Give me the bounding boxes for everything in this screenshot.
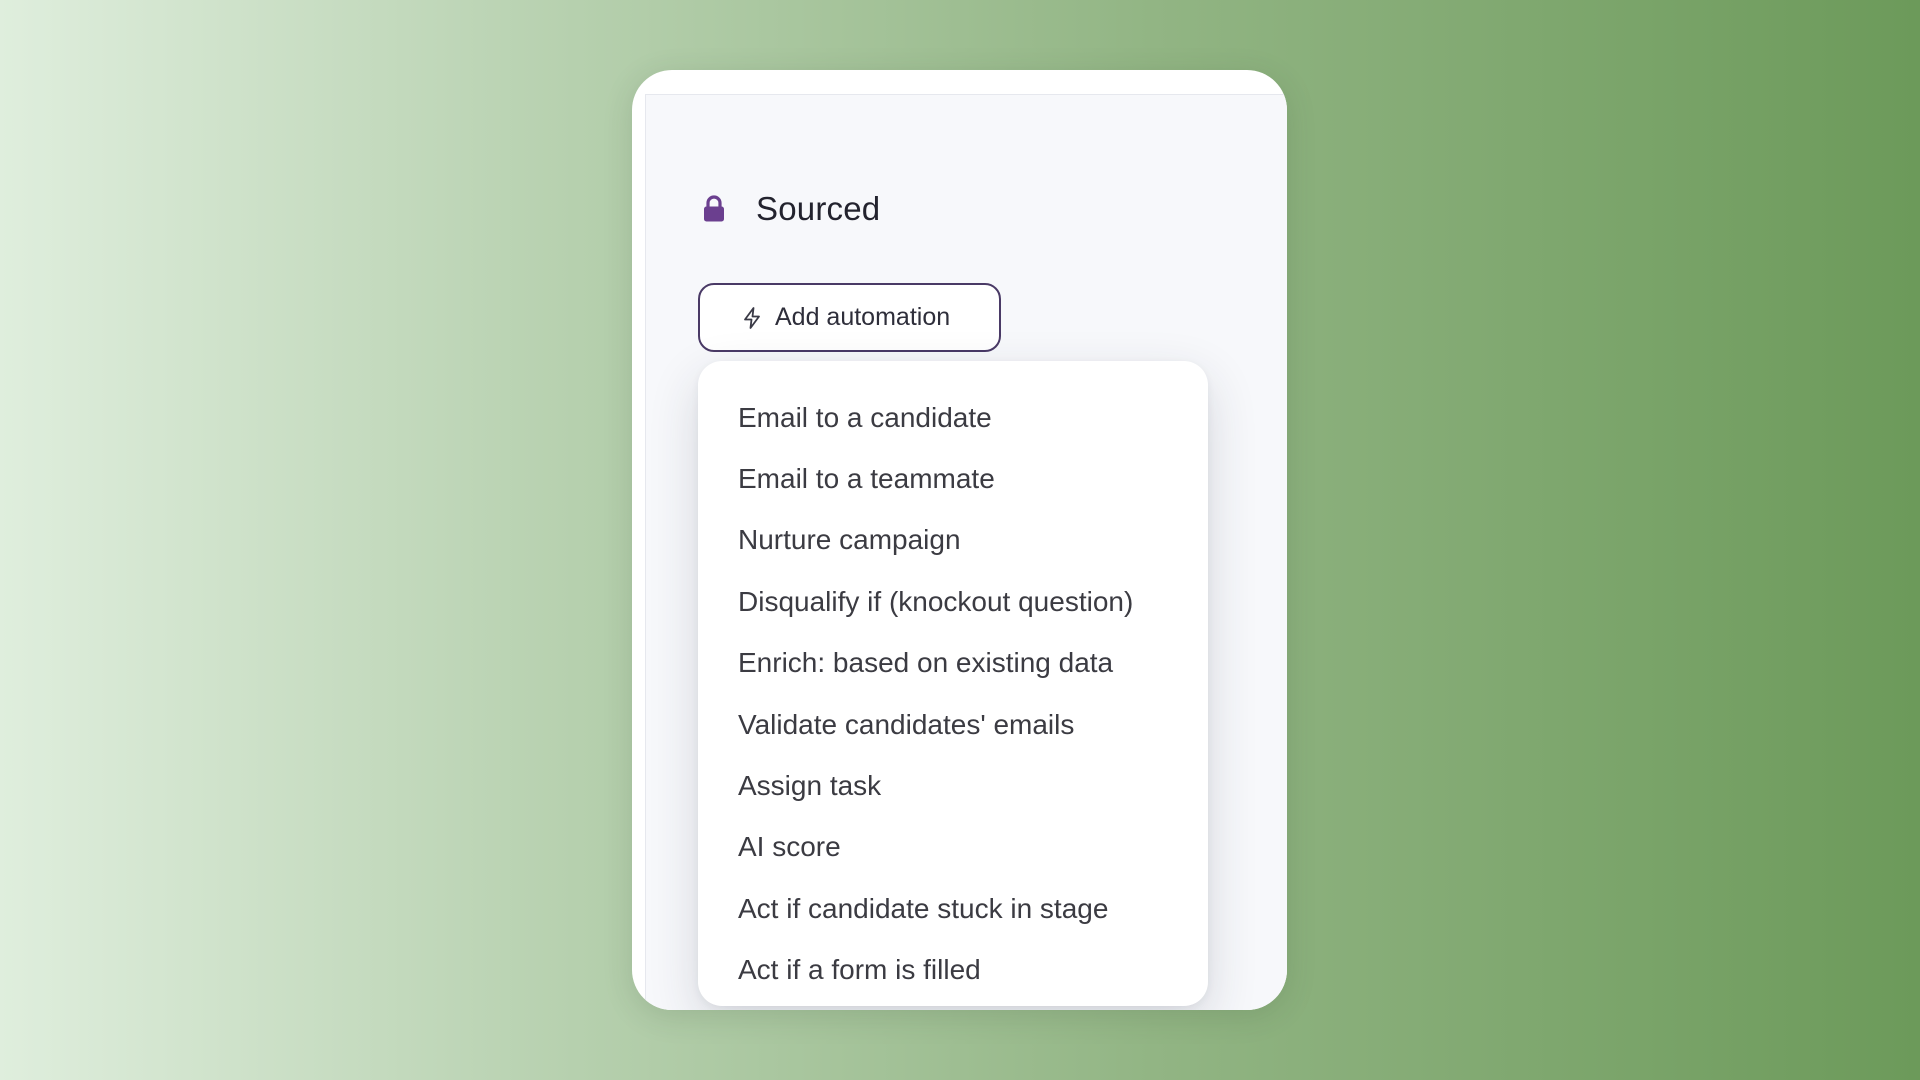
stage-header: Sourced	[702, 185, 880, 233]
bolt-icon	[744, 306, 760, 329]
stage-title: Sourced	[756, 190, 881, 227]
menu-item-validate-emails[interactable]: Validate candidates' emails	[698, 694, 1208, 755]
add-automation-button[interactable]: Add automation	[698, 283, 1001, 352]
stage-card: Sourced Add automation Email to a candid…	[632, 70, 1287, 1010]
menu-item-ai-score[interactable]: AI score	[698, 817, 1208, 878]
menu-item-disqualify-knockout[interactable]: Disqualify if (knockout question)	[698, 571, 1208, 632]
menu-item-form-filled[interactable]: Act if a form is filled	[698, 940, 1208, 1001]
automation-menu-list: Email to a candidate Email to a teammate…	[698, 387, 1208, 1001]
menu-item-enrich-existing-data[interactable]: Enrich: based on existing data	[698, 633, 1208, 694]
menu-item-email-candidate[interactable]: Email to a candidate	[698, 387, 1208, 448]
menu-item-assign-task[interactable]: Assign task	[698, 755, 1208, 816]
automation-dropdown-menu: Email to a candidate Email to a teammate…	[698, 361, 1208, 1006]
lock-icon	[704, 195, 724, 222]
menu-item-email-teammate[interactable]: Email to a teammate	[698, 448, 1208, 509]
menu-item-stuck-in-stage[interactable]: Act if candidate stuck in stage	[698, 878, 1208, 939]
add-automation-label: Add automation	[775, 303, 951, 331]
menu-item-nurture-campaign[interactable]: Nurture campaign	[698, 510, 1208, 571]
